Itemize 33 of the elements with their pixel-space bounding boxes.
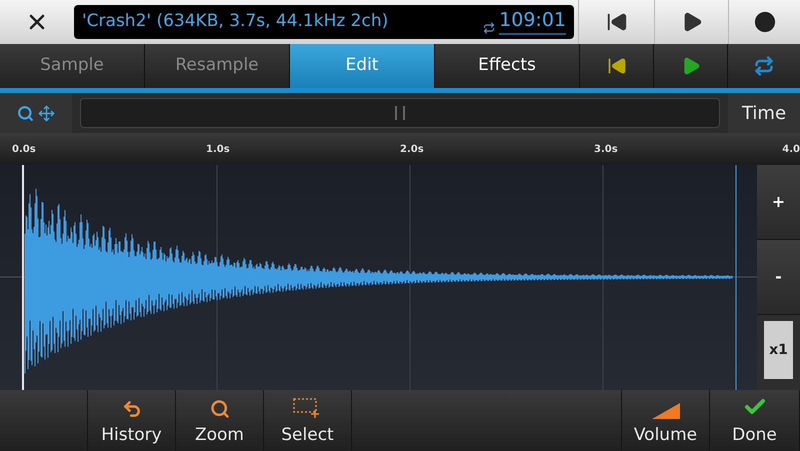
tab[interactable]: Effects — [435, 44, 580, 88]
tool-button[interactable]: Select — [264, 390, 352, 451]
tool-button[interactable]: History — [88, 390, 176, 451]
scroll-track[interactable] — [80, 98, 720, 128]
volume-ramp-icon — [652, 402, 680, 418]
undo-icon — [122, 398, 142, 418]
zoom-step-button[interactable]: - — [757, 240, 800, 315]
zoom-reset-button[interactable]: x1 — [764, 321, 793, 379]
magnifier-icon — [210, 398, 230, 418]
move-arrows-icon — [38, 104, 55, 122]
ruler-label: 0.0s — [11, 142, 37, 156]
scroll-handle[interactable] — [395, 106, 405, 120]
magnifier-icon — [17, 104, 34, 122]
skip-back-icon — [606, 56, 626, 76]
loop-button[interactable] — [728, 44, 800, 88]
zoom-step-button[interactable]: + — [757, 165, 800, 240]
tool-button[interactable]: Done — [710, 390, 800, 451]
zoom-pan-button[interactable] — [0, 93, 72, 133]
repeat-icon — [483, 22, 496, 34]
time-button[interactable]: Time — [728, 93, 800, 133]
skip-start-button[interactable] — [580, 44, 654, 88]
tool-button[interactable]: Volume — [622, 390, 710, 451]
ruler-label: 2.0s — [399, 142, 425, 156]
ruler-label: 1.0s — [205, 142, 231, 156]
ruler-label: 3.0s — [593, 142, 619, 156]
ruler-label: 4.0 — [781, 142, 800, 156]
record-icon — [754, 11, 776, 33]
time-counter: 109:01 — [499, 9, 566, 35]
preview-play-button[interactable] — [654, 44, 728, 88]
repeat-icon — [754, 56, 774, 76]
file-info: 'Crash2' (634KB, 3.7s, 44.1kHz 2ch) — [82, 10, 390, 34]
tool-button[interactable]: Zoom — [176, 390, 264, 451]
skip-back-icon — [606, 11, 628, 33]
